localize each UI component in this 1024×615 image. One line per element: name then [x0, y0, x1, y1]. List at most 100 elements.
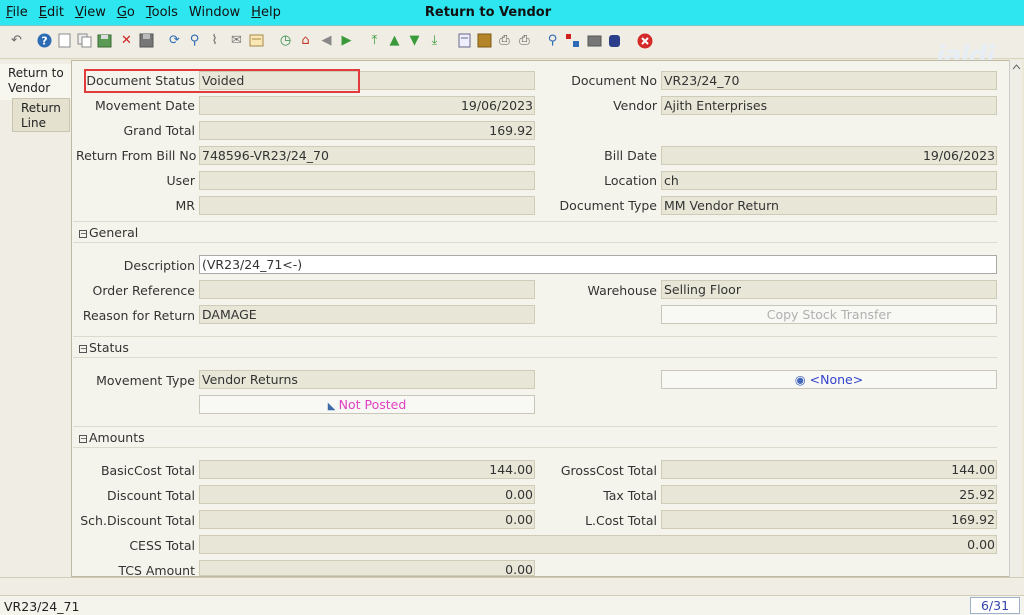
window-title: Return to Vendor	[424, 5, 552, 20]
basic-cost-total-field[interactable]: 144.00	[199, 460, 535, 479]
scroll-up-icon[interactable]	[1012, 60, 1021, 70]
new-icon[interactable]	[56, 32, 73, 49]
vendor-label: Vendor	[613, 98, 657, 113]
warehouse-field[interactable]: Selling Floor	[661, 280, 997, 299]
save-new-icon[interactable]	[96, 32, 113, 49]
cess-total-label: CESS Total	[129, 538, 195, 553]
copy-stock-transfer-button[interactable]: Copy Stock Transfer	[661, 305, 997, 324]
bill-date-field[interactable]: 19/06/2023	[661, 146, 997, 165]
document-status-highlight	[84, 69, 360, 93]
document-no-label: Document No	[571, 73, 657, 88]
order-reference-field[interactable]	[199, 280, 535, 299]
exit-icon[interactable]	[636, 32, 653, 49]
section-amounts-title: Amounts	[89, 430, 145, 445]
return-from-bill-label: Return From Bill No	[76, 148, 197, 163]
forward-icon[interactable]: ▶	[338, 32, 355, 49]
collapse-icon: −	[79, 344, 87, 353]
save-icon[interactable]	[138, 32, 155, 49]
section-status-title: Status	[89, 340, 129, 355]
tcs-amount-field[interactable]: 0.00	[199, 560, 535, 576]
archived-documents-icon[interactable]	[476, 32, 493, 49]
refresh-icon[interactable]: ⟳	[166, 32, 183, 49]
title-bar: File Edit View Go Tools Window Help Retu…	[0, 0, 1024, 26]
user-label: User	[166, 173, 196, 188]
reason-for-return-label: Reason for Return	[82, 308, 195, 323]
description-label: Description	[123, 258, 195, 273]
mr-label: MR	[175, 198, 195, 213]
workflow-icon[interactable]	[564, 32, 581, 49]
copy-icon[interactable]	[76, 32, 93, 49]
description-input[interactable]: (VR23/24_71<-)	[199, 255, 997, 274]
print-icon[interactable]: ⎙	[516, 32, 533, 49]
next-record-icon[interactable]: ▼	[406, 32, 423, 49]
section-general[interactable]: − General	[73, 223, 997, 243]
find-icon[interactable]: ⚲	[186, 32, 203, 49]
previous-record-icon[interactable]: ▲	[386, 32, 403, 49]
product-info-icon[interactable]	[586, 32, 603, 49]
section-status[interactable]: − Status	[73, 338, 997, 358]
help-icon[interactable]: ?	[36, 32, 53, 49]
gross-cost-total-field[interactable]: 144.00	[661, 460, 997, 479]
section-divider	[73, 221, 997, 222]
posting-icon: ◣	[327, 401, 339, 412]
sch-discount-total-field[interactable]: 0.00	[199, 510, 535, 529]
section-divider	[73, 426, 997, 427]
cess-total-field[interactable]: 0.00	[199, 535, 997, 554]
grand-total-field[interactable]: 169.92	[199, 121, 535, 140]
zoom-across-icon[interactable]: ⚲	[544, 32, 561, 49]
tab-return-to-vendor[interactable]: Return to Vendor	[0, 64, 72, 100]
document-no-field[interactable]: VR23/24_70	[661, 71, 997, 90]
movement-type-label: Movement Type	[96, 373, 195, 388]
chat-icon[interactable]: ✉	[228, 32, 245, 49]
attachment-icon[interactable]: ⌇	[206, 32, 223, 49]
history-icon[interactable]	[248, 32, 265, 49]
gross-cost-total-label: GrossCost Total	[560, 463, 657, 478]
record-counter[interactable]: 6/31	[970, 597, 1020, 614]
none-button[interactable]: ◉ <None>	[661, 370, 997, 389]
movement-type-field[interactable]: Vendor Returns	[199, 370, 535, 389]
movement-date-field[interactable]: 19/06/2023	[199, 96, 535, 115]
return-from-bill-field[interactable]: 748596-VR23/24_70	[199, 146, 535, 165]
archive-icon[interactable]: ◷	[277, 32, 294, 49]
grand-total-label: Grand Total	[123, 123, 195, 138]
first-record-icon[interactable]: ⤒	[366, 32, 383, 49]
reason-for-return-field[interactable]: DAMAGE	[199, 305, 535, 324]
vendor-field[interactable]: Ajith Enterprises	[661, 96, 997, 115]
discount-total-field[interactable]: 0.00	[199, 485, 535, 504]
database-icon[interactable]	[606, 32, 623, 49]
tab-return-line[interactable]: Return Line	[12, 98, 70, 132]
user-field[interactable]	[199, 171, 535, 190]
undo-icon[interactable]: ↶	[8, 32, 25, 49]
home-icon[interactable]: ⌂	[297, 32, 314, 49]
report-icon[interactable]	[456, 32, 473, 49]
section-divider	[73, 336, 997, 337]
not-posted-button[interactable]: ◣ Not Posted	[199, 395, 535, 414]
document-type-label: Document Type	[559, 198, 657, 213]
movement-date-label: Movement Date	[94, 98, 195, 113]
location-label: Location	[604, 173, 657, 188]
message-bar	[0, 577, 1024, 595]
tab-strip: Return to Vendor Return Line	[0, 60, 72, 580]
tax-total-field[interactable]: 25.92	[661, 485, 997, 504]
section-general-title: General	[89, 225, 139, 240]
mr-field[interactable]	[199, 196, 535, 215]
sch-discount-total-label: Sch.Discount Total	[80, 513, 195, 528]
none-button-label: <None>	[809, 372, 864, 387]
vertical-scrollbar[interactable]	[1009, 60, 1022, 577]
bill-date-label: Bill Date	[604, 148, 657, 163]
section-amounts[interactable]: − Amounts	[73, 428, 997, 448]
discount-total-label: Discount Total	[106, 488, 195, 503]
l-cost-total-label: L.Cost Total	[585, 513, 657, 528]
collapse-icon: −	[79, 229, 87, 238]
location-field[interactable]: ch	[661, 171, 997, 190]
last-record-icon[interactable]: ⤓	[426, 32, 443, 49]
document-type-field[interactable]: MM Vendor Return	[661, 196, 997, 215]
status-bar: VR23/24_71 6/31	[0, 595, 1024, 615]
toolbar: ↶ ? ✕ ⟳ ⚲ ⌇ ✉ ◷ ⌂ ◀ ▶ ⤒ ▲ ▼ ⤓ ⎙ ⎙ ⚲ jald…	[0, 27, 1024, 71]
back-icon[interactable]: ◀	[318, 32, 335, 49]
order-reference-label: Order Reference	[92, 283, 195, 298]
print-preview-icon[interactable]: ⎙	[496, 32, 513, 49]
l-cost-total-field[interactable]: 169.92	[661, 510, 997, 529]
tax-total-label: Tax Total	[603, 488, 657, 503]
delete-icon[interactable]: ✕	[118, 32, 135, 49]
